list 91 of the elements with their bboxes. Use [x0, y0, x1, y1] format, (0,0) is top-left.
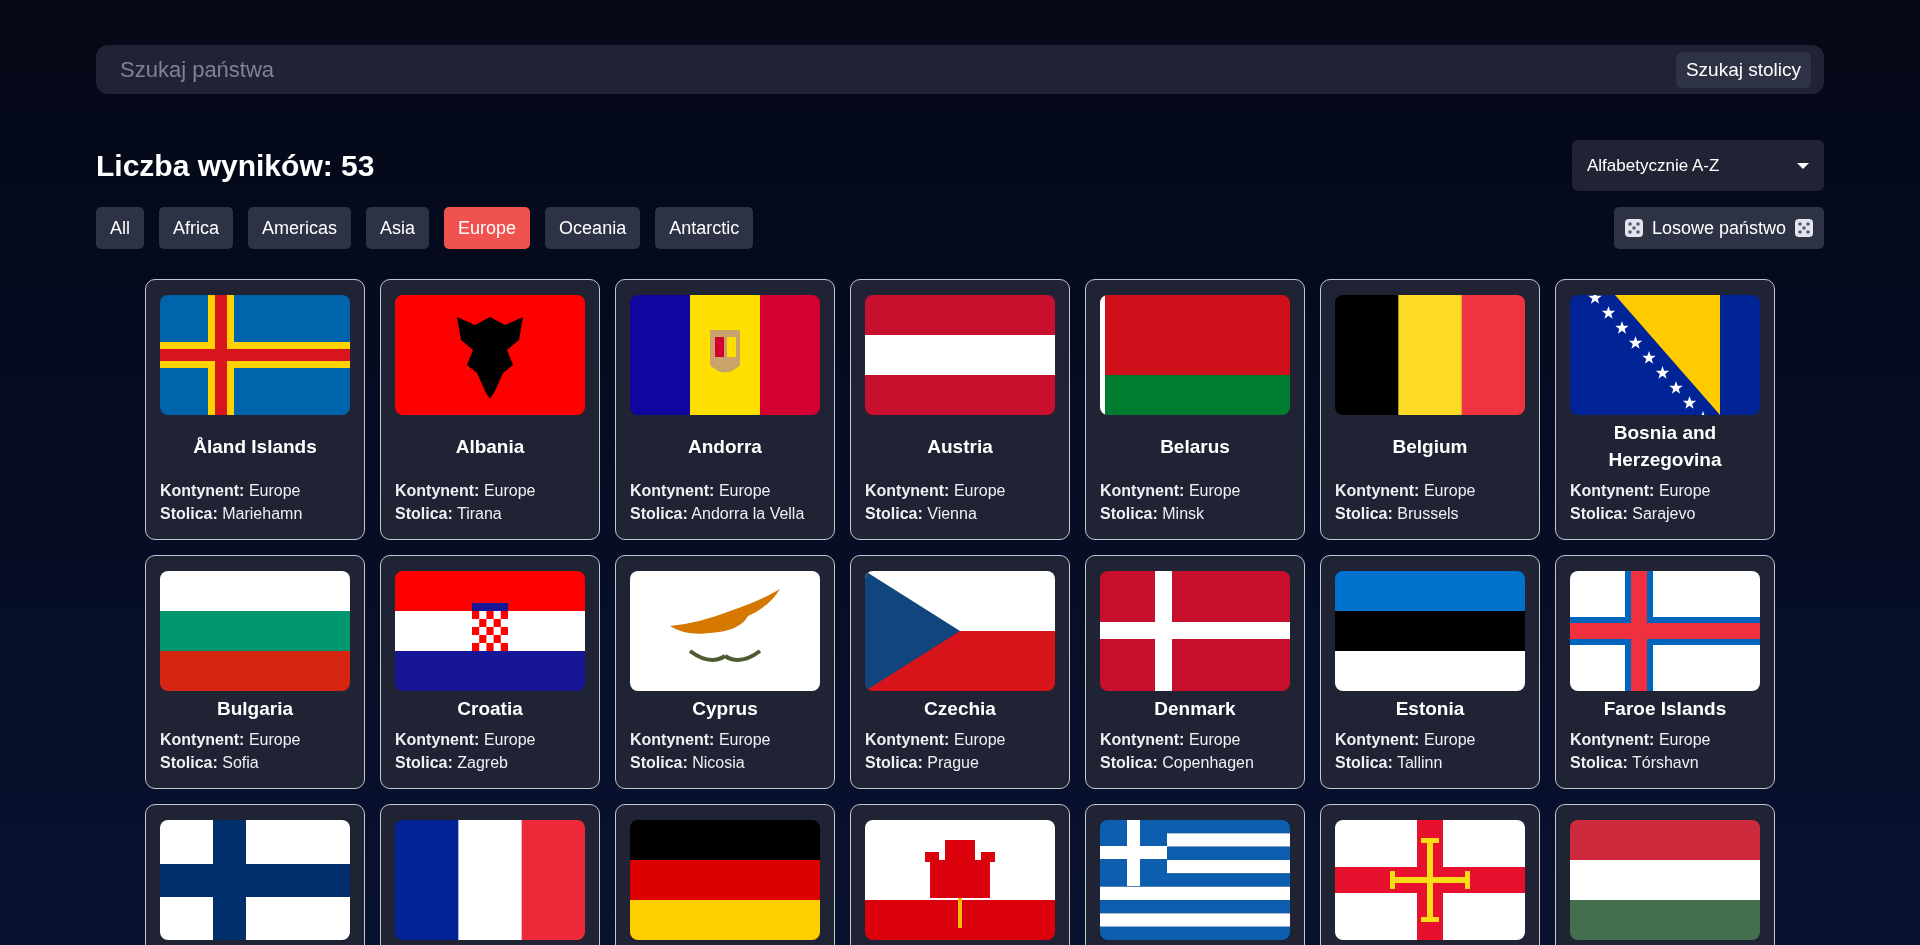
country-card[interactable]: Denmark Kontynent: Europe Stolica: Copenhagen: [1085, 555, 1305, 789]
dice-icon: [1794, 218, 1814, 238]
country-card[interactable]: Faroe Islands Kontynent: Europe Stolica: Tórshavn: [1555, 555, 1775, 789]
capital-text: Stolica: Copenhagen: [1100, 753, 1255, 773]
country-card[interactable]: Albania Kontynent: Europe Stolica: Tirana: [380, 279, 600, 540]
country-name: Faroe Islands: [1603, 697, 1727, 721]
flag-icon: [1570, 571, 1760, 691]
country-card[interactable]: Cyprus Kontynent: Europe Stolica: Nicosia: [615, 555, 835, 789]
capital-text: Stolica: Nicosia: [630, 753, 746, 773]
capital-text: Stolica: Brussels: [1335, 504, 1460, 524]
region-filter[interactable]: All: [96, 207, 144, 249]
continent-text: Kontynent: Europe: [1570, 481, 1712, 501]
results-count: Liczba wyników: 53: [96, 148, 375, 183]
capital-text: Stolica: Tirana: [395, 504, 503, 524]
country-card[interactable]: Czechia Kontynent: Europe Stolica: Prague: [850, 555, 1070, 789]
country-card[interactable]: Andorra Kontynent: Europe Stolica: Andorra la Vella: [615, 279, 835, 540]
continent-text: Kontynent: Europe: [865, 730, 1007, 750]
capital-text: Stolica: Mariehamn: [160, 504, 304, 524]
sort-dropdown[interactable]: Alfabetycznie A-Z: [1572, 140, 1824, 191]
capital-text: Stolica: Minsk: [1100, 504, 1206, 524]
capital-text: Stolica: Sofia: [160, 753, 260, 773]
caret-icon: [1797, 162, 1809, 169]
country-name: Estonia: [1395, 697, 1465, 721]
flag-icon: [395, 820, 585, 940]
continent-text: Kontynent: Europe: [1335, 481, 1477, 501]
flag-icon: [1335, 295, 1525, 415]
flag-icon: [1100, 820, 1290, 940]
country-card[interactable]: Belgium Kontynent: Europe Stolica: Brussels: [1320, 279, 1540, 540]
continent-text: Kontynent: Europe: [160, 481, 302, 501]
flag-icon: [630, 820, 820, 940]
flag-icon: [395, 571, 585, 691]
flag-icon: [1570, 295, 1760, 415]
region-filter[interactable]: Oceania: [545, 207, 641, 249]
country-name: Åland Islands: [193, 434, 317, 459]
continent-text: Kontynent: Europe: [1100, 730, 1242, 750]
country-name: Andorra: [688, 434, 762, 459]
country-card[interactable]: Belarus Kontynent: Europe Stolica: Minsk: [1085, 279, 1305, 540]
country-name: Denmark: [1154, 697, 1236, 721]
region-filter[interactable]: Antarctic: [655, 207, 754, 249]
country-name: Belarus: [1160, 434, 1230, 459]
flag-icon: [630, 571, 820, 691]
capital-text: Stolica: Tórshavn: [1570, 753, 1700, 773]
country-name: Bosnia and Herzegovina: [1607, 421, 1723, 472]
flag-icon: [630, 295, 820, 415]
continent-text: Kontynent: Europe: [1100, 481, 1242, 501]
capital-text: Stolica: Vienna: [865, 504, 978, 524]
flag-icon: [1100, 571, 1290, 691]
region-filter[interactable]: Africa: [159, 207, 234, 249]
country-card[interactable]: Austria Kontynent: Europe Stolica: Vienna: [850, 279, 1070, 540]
capital-text: Stolica: Prague: [865, 753, 980, 773]
country-name: Croatia: [457, 697, 523, 721]
country-name: Belgium: [1392, 434, 1468, 459]
country-name: Czechia: [924, 697, 996, 721]
continent-text: Kontynent: Europe: [865, 481, 1007, 501]
dice-icon: [1623, 218, 1644, 238]
country-name: Albania: [455, 434, 525, 459]
capital-text: Stolica: Tallinn: [1335, 753, 1444, 773]
flag-icon: [395, 295, 585, 415]
continent-text: Kontynent: Europe: [395, 481, 537, 501]
country-card[interactable]: Bosnia and Herzegovina Kontynent: Europe Stolica: Sarajevo: [1555, 279, 1775, 540]
region-filter[interactable]: Americas: [248, 207, 352, 249]
capital-text: Stolica: Andorra la Vella: [630, 504, 806, 524]
flag-icon: [1100, 295, 1290, 415]
random-country-button[interactable]: Losowe państwo: [1613, 207, 1824, 249]
country-card[interactable]: Åland Islands Kontynent: Europe Stolica: Mariehamn: [145, 279, 365, 540]
country-card[interactable]: Croatia Kontynent: Europe Stolica: Zagreb: [380, 555, 600, 789]
country-card[interactable]: Bulgaria Kontynent: Europe Stolica: Sofia: [145, 555, 365, 789]
flag-icon: [1335, 571, 1525, 691]
flag-icon: [865, 295, 1055, 415]
capital-text: Stolica: Sarajevo: [1570, 504, 1697, 524]
flag-icon: [160, 820, 350, 940]
continent-text: Kontynent: Europe: [160, 730, 302, 750]
flag-icon: [865, 571, 1055, 691]
flag-icon: [865, 820, 1055, 940]
flag-icon: [160, 295, 350, 415]
country-name: Cyprus: [692, 697, 758, 721]
search-bar[interactable]: Szukaj państwa Szukaj stolicy: [96, 45, 1824, 94]
flag-icon: [1335, 820, 1525, 940]
continent-text: Kontynent: Europe: [630, 730, 772, 750]
continent-text: Kontynent: Europe: [630, 481, 772, 501]
country-name: Austria: [927, 434, 993, 459]
continent-text: Kontynent: Europe: [395, 730, 537, 750]
country-card[interactable]: Estonia Kontynent: Europe Stolica: Tallinn: [1320, 555, 1540, 789]
region-filter[interactable]: Asia: [366, 207, 430, 249]
flag-icon: [160, 571, 350, 691]
continent-text: Kontynent: Europe: [1570, 730, 1712, 750]
flag-icon: [1570, 820, 1760, 940]
search-capital-button[interactable]: Szukaj stolicy: [1675, 51, 1811, 88]
capital-text: Stolica: Zagreb: [395, 753, 509, 773]
country-name: Bulgaria: [217, 697, 293, 721]
continent-text: Kontynent: Europe: [1335, 730, 1477, 750]
